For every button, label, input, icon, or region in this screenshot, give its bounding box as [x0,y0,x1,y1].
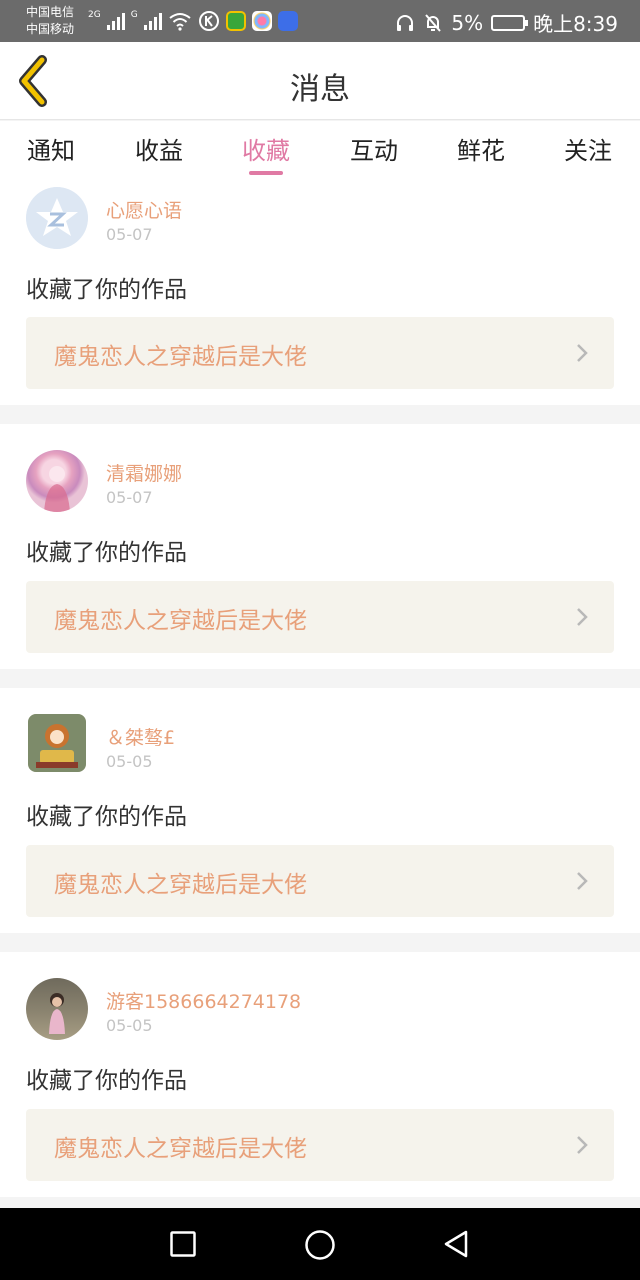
active-tab-indicator [249,171,283,175]
message-text: 收藏了你的作品 [26,277,187,303]
tab-follows[interactable]: 关注 [548,131,628,166]
network-type-2: G [130,10,138,20]
message-date: 05-05 [106,1016,153,1035]
user-name[interactable]: ＆桀骜£ [106,723,175,750]
page-title: 消息 [290,72,350,107]
photos-app-icon [251,11,272,31]
status-left-icons: 2G G [88,10,298,32]
avatar-figure [28,714,86,772]
work-title: 魔鬼恋人之穿越后是大佬 [54,608,307,634]
avatar-figure [49,993,65,1034]
signal-icon [106,12,125,30]
user-name[interactable]: 心愿心语 [106,196,182,223]
wifi-icon [169,13,191,31]
tab-flowers[interactable]: 鲜花 [441,131,521,166]
work-title: 魔鬼恋人之穿越后是大佬 [54,1136,307,1162]
tab-bar: 通知 收益 收藏 互动 鲜花 关注 [0,121,640,181]
work-link[interactable]: 魔鬼恋人之穿越后是大佬 [26,845,614,917]
message-text: 收藏了你的作品 [26,804,187,830]
status-bar: 中国电信 中国移动 2G G 5% 晚上8:39 [0,0,640,42]
carrier-2: 中国移动 [26,22,75,36]
battery-percent: 5% [451,10,484,35]
message-card: ＆桀骜£ 05-05 收藏了你的作品 魔鬼恋人之穿越后是大佬 [0,688,640,933]
recents-square-icon[interactable] [170,1231,196,1257]
chevron-right-icon [577,344,588,362]
system-nav-bar [0,1208,640,1280]
status-right: 5% 晚上8:39 [395,8,618,37]
cartoon-girl-avatar[interactable] [28,714,86,772]
status-time: 晚上8:39 [533,12,618,36]
mute-bell-icon [425,13,442,32]
app-header: 消息 [0,42,640,120]
tab-notifications[interactable]: 通知 [11,131,91,166]
avatar[interactable] [26,187,88,249]
tab-earnings[interactable]: 收益 [119,131,199,166]
music-app-icon [277,11,298,31]
signal-icon [143,12,162,30]
home-circle-icon[interactable] [304,1229,336,1261]
carrier-info: 中国电信 中国移动 [26,4,74,38]
work-link[interactable]: 魔鬼恋人之穿越后是大佬 [26,317,614,389]
message-card: 清霜娜娜 05-07 收藏了你的作品 魔鬼恋人之穿越后是大佬 [0,424,640,669]
default-avatar-icon [26,187,88,249]
user-name[interactable]: 清霜娜娜 [106,459,182,486]
work-link[interactable]: 魔鬼恋人之穿越后是大佬 [26,1109,614,1181]
work-link[interactable]: 魔鬼恋人之穿越后是大佬 [26,581,614,653]
message-date: 05-07 [106,488,153,507]
tab-interactions[interactable]: 互动 [334,131,414,166]
message-card: 游客1586664274178 05-05 收藏了你的作品 魔鬼恋人之穿越后是大… [0,952,640,1197]
carrier-1: 中国电信 [26,5,75,19]
anime-girl-avatar[interactable] [26,450,88,512]
battery-icon [491,14,529,31]
headphones-icon [397,14,414,31]
message-text: 收藏了你的作品 [26,540,187,566]
avatar-figure [44,466,70,512]
tab-favorites[interactable]: 收藏 [226,131,306,166]
child-photo-avatar[interactable] [26,978,88,1040]
network-type-1: 2G [88,10,101,20]
message-date: 05-05 [106,752,153,771]
k-app-icon [198,11,219,31]
back-triangle-icon[interactable] [442,1229,470,1259]
work-title: 魔鬼恋人之穿越后是大佬 [54,344,307,370]
message-card: 心愿心语 05-07 收藏了你的作品 魔鬼恋人之穿越后是大佬 [0,181,640,405]
chevron-right-icon [577,1136,588,1154]
message-date: 05-07 [106,225,153,244]
work-title: 魔鬼恋人之穿越后是大佬 [54,872,307,898]
chevron-right-icon [577,872,588,890]
green-app-icon [225,11,246,31]
user-name[interactable]: 游客1586664274178 [106,987,301,1014]
chevron-right-icon [577,608,588,626]
message-text: 收藏了你的作品 [26,1068,187,1094]
